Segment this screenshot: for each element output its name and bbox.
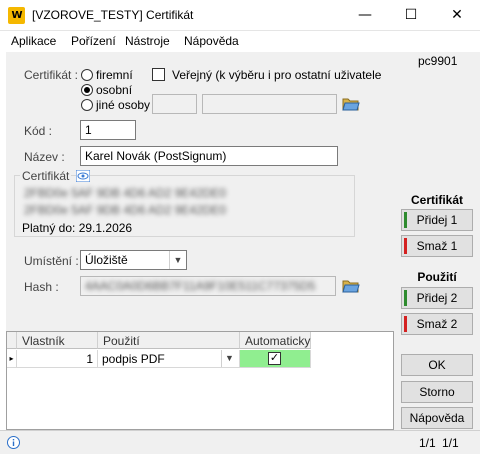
cell-owner[interactable]: 1 — [17, 350, 98, 368]
radio-firm-label: firemní — [96, 68, 133, 82]
cert-serial-line2: 2FBD0e 5AF 9DB 4D6 AD2 9E42DE0 — [24, 203, 227, 217]
cert-heading: Certifikát — [410, 193, 463, 207]
window-title: [VZOROVE_TESTY] Certifikát — [32, 8, 194, 22]
other-person-code-field[interactable] — [152, 94, 197, 114]
title-bar: W [VZOROVE_TESTY] Certifikát — ☐ ✕ — [0, 0, 480, 31]
cert-delete-button[interactable]: Smaž 1 — [401, 235, 473, 257]
minimize-button[interactable]: — — [342, 0, 388, 31]
chevron-down-icon[interactable]: ▼ — [221, 350, 237, 367]
record-total: 1/1 — [442, 436, 459, 450]
grid-corner — [7, 332, 17, 349]
record-position: 1/1 — [419, 436, 436, 450]
side-panel: pc9901 Certifikát Přidej 1 Smaž 1 Použit… — [394, 52, 480, 454]
info-icon[interactable] — [7, 436, 20, 449]
public-label: Veřejný (k výběru i pro ostatní uživatel… — [172, 68, 382, 82]
name-label: Název : — [24, 150, 65, 164]
menu-bar: Aplikace Pořízení Nástroje Nápověda — [0, 31, 480, 51]
close-button[interactable]: ✕ — [434, 0, 480, 31]
hash-value: 4AAC0A0D6BB7F11A9F10E511C77375D5 — [85, 279, 316, 293]
radio-other[interactable] — [81, 99, 93, 111]
public-checkbox[interactable] — [152, 68, 165, 81]
user-code: pc9901 — [418, 54, 458, 68]
cert-type-label: Certifikát : — [24, 68, 79, 82]
column-header-automatic[interactable]: Automaticky — [240, 332, 311, 349]
cell-usage[interactable]: podpis PDF ▼ — [98, 350, 240, 368]
column-header-owner[interactable]: Vlastník — [17, 332, 98, 349]
usage-add-button[interactable]: Přidej 2 — [401, 287, 473, 309]
folder-open-icon[interactable] — [342, 97, 360, 111]
radio-firm[interactable] — [81, 69, 93, 81]
ok-button[interactable]: OK — [401, 354, 473, 376]
radio-personal-label: osobní — [96, 83, 133, 97]
hash-label: Hash : — [24, 280, 59, 294]
menu-aplikace[interactable]: Aplikace — [11, 34, 56, 48]
help-button[interactable]: Nápověda — [401, 407, 473, 429]
row-indicator-icon: ▸ — [7, 350, 17, 368]
other-person-name-field[interactable] — [202, 94, 337, 114]
usage-delete-button[interactable]: Smaž 2 — [401, 313, 473, 335]
status-bar: 1/1 1/1 — [0, 430, 480, 454]
code-field[interactable]: 1 — [80, 120, 136, 140]
cell-automatic[interactable]: ✓ — [240, 350, 311, 368]
menu-nastroje[interactable]: Nástroje — [125, 34, 170, 48]
menu-porizeni[interactable]: Pořízení — [71, 34, 116, 48]
chevron-down-icon[interactable]: ▼ — [169, 251, 186, 269]
certificate-group-label: Certifikát — [20, 169, 72, 183]
cert-add-button[interactable]: Přidej 1 — [401, 209, 473, 231]
location-value: Úložiště — [85, 253, 128, 267]
cancel-button[interactable]: Storno — [401, 381, 473, 403]
code-label: Kód : — [24, 124, 53, 138]
location-select[interactable]: Úložiště ▼ — [80, 250, 187, 270]
automatic-checkbox[interactable]: ✓ — [268, 352, 281, 365]
column-header-usage[interactable]: Použití — [98, 332, 240, 349]
radio-other-label: jiné osoby — [96, 98, 151, 112]
folder-open-icon[interactable] — [342, 279, 360, 293]
form-panel: Certifikát : firemní osobní jiné osoby V… — [6, 52, 394, 331]
usage-heading: Použití — [417, 270, 457, 284]
location-label: Umístění : — [24, 254, 79, 268]
maximize-button[interactable]: ☐ — [388, 0, 434, 31]
usage-grid: Vlastník Použití Automaticky ▸ 1 podpis … — [6, 331, 394, 430]
radio-personal[interactable] — [81, 84, 93, 96]
eye-icon[interactable] — [76, 170, 90, 182]
app-logo-icon: W — [8, 7, 25, 24]
valid-until-text: Platný do: 29.1.2026 — [22, 221, 133, 235]
menu-napoveda[interactable]: Nápověda — [184, 34, 239, 48]
hash-field: 4AAC0A0D6BB7F11A9F10E511C77375D5 — [80, 276, 336, 296]
name-field[interactable]: Karel Novák (PostSignum) — [80, 146, 338, 166]
cert-serial-line1: 2FBD0e 5AF 9DB 4D6 AD2 9E42DE0 — [24, 186, 227, 200]
cell-usage-value: podpis PDF — [102, 352, 165, 366]
